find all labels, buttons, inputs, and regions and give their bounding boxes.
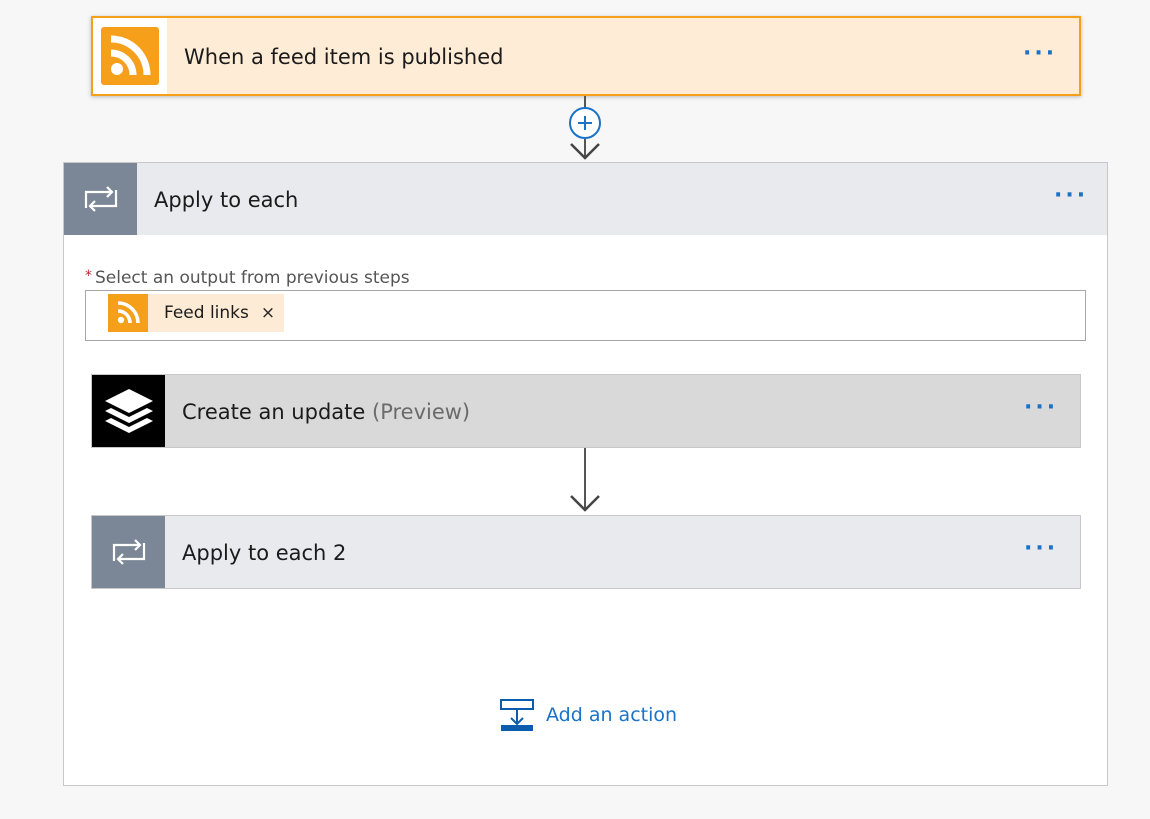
- create-update-more-button[interactable]: ···: [1024, 395, 1058, 420]
- loop-icon-box: [64, 163, 137, 235]
- output-field-label-text: Select an output from previous steps: [95, 268, 410, 288]
- apply-to-each-header[interactable]: Apply to each ···: [64, 163, 1107, 235]
- add-an-action-label: Add an action: [546, 704, 678, 726]
- feed-links-token[interactable]: Feed links ×: [108, 294, 284, 332]
- rss-icon: [117, 301, 140, 324]
- apply-to-each-2-more-button[interactable]: ···: [1024, 536, 1058, 561]
- create-update-action-card[interactable]: Create an update (Preview) ···: [91, 374, 1081, 448]
- trigger-card[interactable]: When a feed item is published ···: [91, 16, 1081, 96]
- add-an-action-button[interactable]: Add an action: [500, 697, 677, 733]
- output-field-input[interactable]: Feed links ×: [85, 290, 1086, 341]
- token-icon-box: [108, 294, 148, 332]
- arrow-down-icon: [570, 495, 600, 512]
- required-mark: *: [85, 268, 92, 284]
- loop-icon: [112, 539, 145, 565]
- apply-to-each-title: Apply to each: [154, 188, 299, 212]
- buffer-icon: [104, 389, 153, 433]
- loop-icon-box: [92, 516, 165, 588]
- rss-icon: [101, 27, 159, 85]
- apply-to-each-more-button[interactable]: ···: [1054, 183, 1088, 208]
- loop-icon: [84, 186, 117, 212]
- add-step-button[interactable]: [569, 107, 601, 139]
- create-update-title-text: Create an update: [182, 400, 366, 424]
- buffer-icon-box: [92, 375, 165, 447]
- add-action-icon: [500, 699, 534, 731]
- token-remove-button[interactable]: ×: [261, 303, 275, 323]
- output-field-label: * Select an output from previous steps: [85, 268, 410, 288]
- create-update-title: Create an update (Preview): [182, 375, 470, 449]
- apply-to-each-2-title: Apply to each 2: [182, 541, 347, 565]
- preview-tag: (Preview): [372, 400, 471, 424]
- trigger-title: When a feed item is published: [184, 45, 504, 69]
- trigger-more-button[interactable]: ···: [1023, 41, 1057, 66]
- trigger-icon-box: [93, 18, 167, 94]
- plus-icon: [578, 116, 592, 130]
- arrow-down-icon: [570, 143, 600, 160]
- apply-to-each-2-card[interactable]: Apply to each 2 ···: [91, 515, 1081, 589]
- token-label: Feed links: [164, 303, 249, 323]
